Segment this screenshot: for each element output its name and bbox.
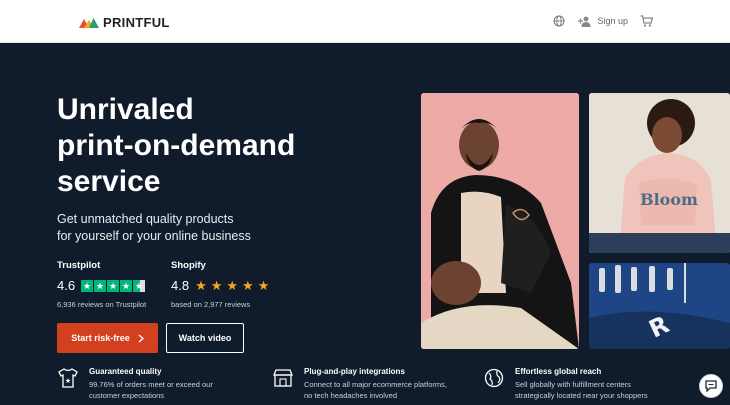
chevron-right-icon — [138, 333, 144, 343]
star-icon: ★ — [120, 279, 133, 292]
hero-subhead: Get unmatched quality products for yours… — [57, 211, 297, 245]
headline-line: print-on-demand — [57, 129, 296, 162]
feature-desc-line: Sell globally with fulfillment centers — [515, 380, 631, 389]
globe-icon — [483, 367, 505, 389]
feature-integrations: Plug-and-play integrations Connect to al… — [272, 367, 447, 401]
star-icon: ★ — [210, 277, 223, 293]
feature-desc-line: customer expectations — [89, 391, 165, 400]
printful-logo[interactable]: PRINTFUL — [79, 14, 170, 30]
storefront-icon — [272, 367, 294, 389]
globe-icon[interactable] — [551, 13, 567, 29]
hero-headline: Unrivaled print-on-demand service — [57, 92, 387, 200]
feature-desc-line: strategically located near your shoppers — [515, 391, 648, 400]
logo-mountains-icon — [79, 17, 99, 28]
watch-video-button[interactable]: Watch video — [166, 323, 244, 353]
chat-button[interactable] — [699, 374, 723, 398]
trustpilot-reviews: 6,936 reviews on Trustpilot — [57, 300, 147, 309]
shopify-reviews: based on 2,977 reviews — [171, 300, 251, 309]
cart-icon[interactable] — [638, 13, 654, 29]
hero-photo-woman-hoodie: Bloom — [589, 93, 730, 253]
site-header: PRINTFUL Sign up — [0, 0, 730, 43]
feature-title: Guaranteed quality — [89, 367, 162, 376]
star-icon: ★ — [226, 277, 239, 293]
feature-desc-line: no tech headaches involved — [304, 391, 397, 400]
trustpilot-stars: ★ ★ ★ ★ ★ — [81, 279, 146, 292]
feature-desc-line: Connect to all major ecommerce platforms… — [304, 380, 447, 389]
star-icon: ★ — [242, 277, 254, 293]
shopify-rating[interactable]: Shopify 4.8 ★ ★ ★ ★ ★ based on 2,977 rev… — [171, 260, 269, 309]
shopify-score: 4.8 — [171, 278, 190, 293]
logo-text: PRINTFUL — [103, 14, 170, 30]
shirt-star-icon: ★ — [57, 367, 79, 389]
subhead-line: Get unmatched quality products — [57, 212, 234, 226]
feature-title: Effortless global reach — [515, 367, 602, 376]
start-risk-free-label: Start risk-free — [71, 333, 130, 343]
star-icon: ★ — [81, 279, 94, 292]
start-risk-free-button[interactable]: Start risk-free — [57, 323, 158, 353]
header-actions: Sign up — [551, 13, 654, 29]
headline-line: service — [57, 165, 161, 198]
hero-photo-man-jacket — [421, 93, 579, 349]
signup-link[interactable]: Sign up — [577, 13, 628, 29]
shopify-stars: ★ ★ ★ ★ ★ — [195, 277, 270, 293]
trustpilot-rating[interactable]: Trustpilot 4.6 ★ ★ ★ ★ ★ 6,936 reviews o… — [57, 260, 146, 309]
subhead-line: for yourself or your online business — [57, 229, 251, 243]
feature-global-reach: Effortless global reach Sell globally wi… — [483, 367, 648, 401]
star-icon: ★ — [195, 277, 207, 293]
star-icon: ★ — [257, 277, 270, 293]
shopify-brand: Shopify — [171, 260, 206, 271]
star-icon: ★ — [107, 279, 120, 292]
half-star-icon: ★ — [133, 279, 146, 292]
star-icon: ★ — [94, 279, 107, 292]
trustpilot-brand: Trustpilot — [57, 260, 101, 271]
trustpilot-score: 4.6 — [57, 278, 76, 293]
feature-desc-line: 99.76% of orders meet or exceed our — [89, 380, 213, 389]
chat-icon — [705, 380, 717, 392]
hero-photo-embroidery-machine: R — [589, 263, 730, 349]
svg-text:★: ★ — [65, 377, 71, 385]
feature-guaranteed-quality: ★ Guaranteed quality 99.76% of orders me… — [57, 367, 213, 401]
headline-line: Unrivaled — [57, 93, 194, 126]
feature-title: Plug-and-play integrations — [304, 367, 405, 376]
svg-text:Bloom: Bloom — [640, 190, 698, 209]
signup-label: Sign up — [597, 16, 628, 26]
add-user-icon — [577, 13, 593, 29]
